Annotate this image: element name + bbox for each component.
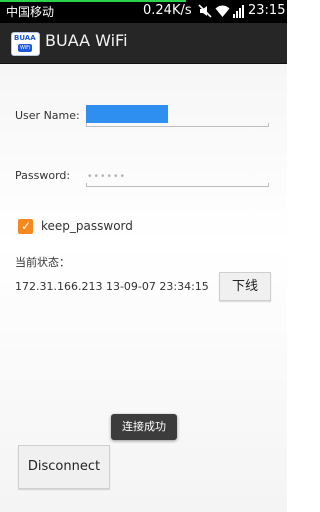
current-status-label: 当前状态：: [15, 256, 70, 269]
carrier-name: 中国移动: [6, 5, 55, 19]
app-logo-icon[interactable]: BUAA WiFi: [11, 32, 40, 56]
status-bar: 中国移动 0.24K/s 23:15: [0, 0, 287, 23]
current-status-value: 172.31.166.213 13-09-07 23:34:15: [15, 280, 209, 293]
app-logo-subtext: WiFi: [18, 44, 32, 52]
password-input[interactable]: [88, 168, 258, 184]
password-underline: [86, 183, 269, 187]
mute-icon: [198, 4, 212, 18]
clock-time: 23:15: [248, 3, 286, 18]
main-content: User Name: Password: ✓ keep_password 当前状…: [0, 64, 287, 512]
username-underline: [86, 123, 269, 127]
connection-toast: 连接成功: [111, 414, 177, 440]
app-title: BUAA WiFi: [45, 31, 128, 50]
network-speed: 0.24K/s: [143, 3, 192, 18]
keep-password-label[interactable]: keep_password: [41, 219, 133, 233]
network-progress-indicator: [0, 0, 186, 2]
logout-button[interactable]: 下线: [219, 272, 271, 301]
keep-password-checkbox[interactable]: ✓: [18, 219, 33, 234]
password-label: Password:: [15, 169, 71, 182]
action-bar: BUAA WiFi BUAA WiFi: [0, 23, 287, 64]
wifi-icon: [215, 5, 230, 17]
app-logo-text: BUAA: [14, 34, 36, 42]
username-input[interactable]: [86, 105, 168, 123]
username-label: User Name:: [15, 109, 80, 122]
disconnect-button[interactable]: Disconnect: [18, 445, 110, 489]
signal-icon: [233, 5, 244, 18]
